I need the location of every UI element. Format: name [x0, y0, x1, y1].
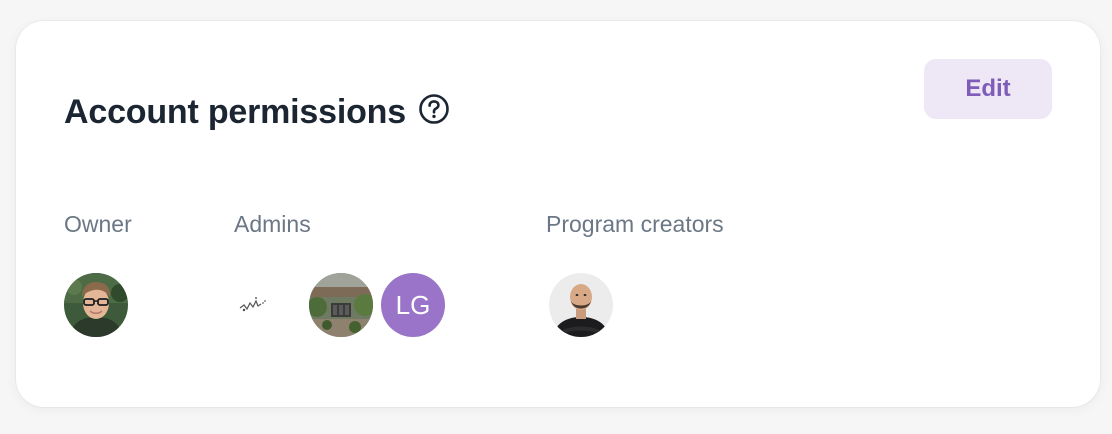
- admins-avatars: LG: [234, 273, 445, 337]
- avatar-admin-initials[interactable]: LG: [381, 273, 445, 337]
- owner-group: Owner: [64, 211, 132, 337]
- page-title: Account permissions: [64, 93, 406, 131]
- avatar-owner[interactable]: [64, 273, 128, 337]
- owner-label: Owner: [64, 211, 132, 237]
- program-creators-group: Program creators: [546, 211, 724, 337]
- admins-group: Admins LG: [234, 211, 445, 337]
- admins-label: Admins: [234, 211, 311, 237]
- avatar-initials-text: LG: [395, 289, 431, 320]
- title-row: Account permissions: [64, 93, 450, 132]
- avatar-admin-signature[interactable]: [234, 273, 298, 337]
- program-creators-avatars: [549, 273, 613, 337]
- edit-button[interactable]: Edit: [924, 59, 1052, 119]
- program-creators-label: Program creators: [546, 211, 724, 237]
- avatar-admin-garden[interactable]: [309, 273, 373, 337]
- account-permissions-card: Account permissions Edit Owner Admins LG…: [16, 21, 1100, 407]
- avatar-program-creator[interactable]: [549, 273, 613, 337]
- owner-avatars: [64, 273, 128, 337]
- question-circle-icon[interactable]: [418, 93, 450, 125]
